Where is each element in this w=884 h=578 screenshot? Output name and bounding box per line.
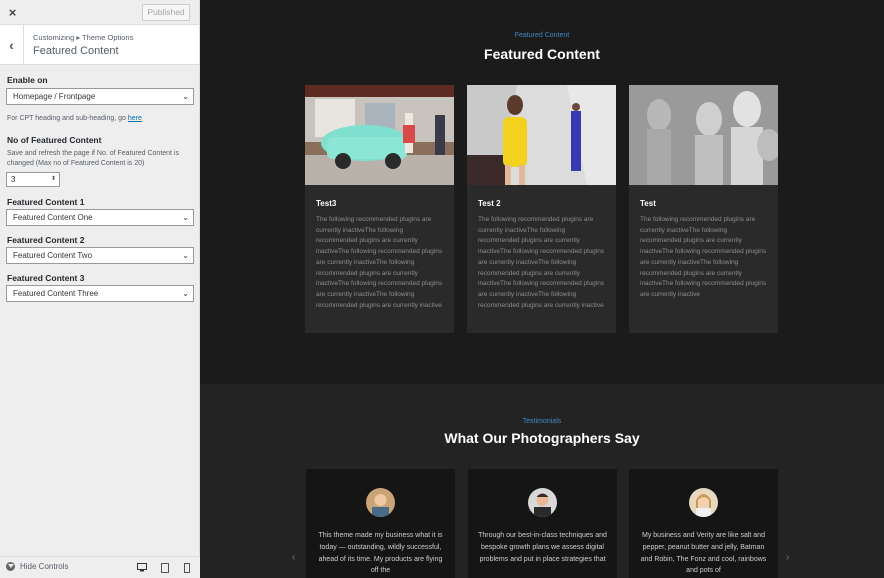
featured-card[interactable]: Test 2 The following recommended plugins…	[467, 85, 616, 333]
testimonial-card: Through our best-in-class techniques and…	[468, 469, 617, 578]
breadcrumb: Customizing ▸ Theme Options	[33, 33, 134, 42]
featured-image-mannequins	[629, 85, 778, 185]
testimonial-card: This theme made my business what it is t…	[306, 469, 455, 578]
fc3-select[interactable]: Featured Content Three ⌄	[6, 285, 194, 302]
next-arrow-icon[interactable]: ›	[786, 552, 789, 563]
featured-title: Featured Content	[484, 46, 600, 62]
chevron-down-icon: ⌄	[182, 251, 189, 260]
num-featured-desc: Save and refresh the page if No. of Feat…	[7, 150, 179, 167]
site-preview: Featured Content Featured Content Test3 …	[200, 0, 884, 578]
cpt-note-text: For CPT heading and sub-heading, go	[7, 115, 126, 122]
fc2-select[interactable]: Featured Content Two ⌄	[6, 247, 194, 264]
num-featured-value: 3	[11, 175, 16, 184]
avatar	[689, 488, 718, 517]
chevron-left-icon: ‹	[9, 37, 14, 53]
featured-content-section: Featured Content Featured Content Test3 …	[200, 0, 884, 384]
featured-card-text: The following recommended plugins are cu…	[640, 216, 767, 298]
fc2-label: Featured Content 2	[7, 235, 85, 245]
featured-image-runway	[467, 85, 616, 185]
testimonial-text: This theme made my business what it is t…	[318, 532, 443, 575]
close-customizer-button[interactable]: ×	[0, 0, 25, 25]
num-featured-label: No of Featured Content	[7, 135, 102, 145]
tablet-preview-icon[interactable]	[161, 563, 169, 575]
enable-on-select[interactable]: Homepage / Frontpage ⌄	[6, 88, 194, 105]
featured-card-title: Test 2	[478, 199, 501, 208]
section-header: ‹ Customizing ▸ Theme Options Featured C…	[0, 25, 199, 65]
collapse-icon	[6, 562, 15, 571]
featured-card-title: Test	[640, 199, 656, 208]
fc3-value: Featured Content Three	[13, 289, 99, 298]
enable-on-value: Homepage / Frontpage	[13, 92, 96, 101]
hide-controls-label: Hide Controls	[20, 562, 69, 571]
enable-on-label: Enable on	[7, 75, 48, 85]
section-title: Featured Content	[33, 45, 119, 57]
prev-arrow-icon[interactable]: ‹	[292, 552, 295, 563]
featured-card-title: Test3	[316, 199, 337, 208]
testimonial-text: Through our best-in-class techniques and…	[478, 532, 607, 563]
fc1-label: Featured Content 1	[7, 197, 85, 207]
featured-image-car	[305, 85, 454, 185]
avatar	[366, 488, 395, 517]
desktop-preview-icon[interactable]	[137, 563, 147, 574]
chevron-down-icon: ⌄	[182, 92, 189, 101]
testimonials-section: Testimonials What Our Photographers Say …	[200, 384, 884, 578]
hide-controls-button[interactable]: Hide Controls	[6, 562, 68, 571]
fc1-select[interactable]: Featured Content One ⌄	[6, 209, 194, 226]
featured-card[interactable]: Test3 The following recommended plugins …	[305, 85, 454, 333]
num-featured-input[interactable]: 3 ⬍	[6, 172, 60, 187]
fc3-label: Featured Content 3	[7, 273, 85, 283]
mobile-preview-icon[interactable]	[184, 563, 190, 575]
spinner-icon[interactable]: ⬍	[51, 173, 56, 186]
chevron-down-icon: ⌄	[182, 213, 189, 222]
fc1-value: Featured Content One	[13, 213, 93, 222]
featured-card-text: The following recommended plugins are cu…	[478, 216, 605, 309]
chevron-down-icon: ⌄	[182, 289, 189, 298]
back-button[interactable]: ‹	[0, 25, 24, 65]
cpt-here-link[interactable]: here	[128, 115, 142, 122]
cpt-note: For CPT heading and sub-heading, go here	[7, 114, 142, 124]
avatar	[528, 488, 557, 517]
testimonial-text: My business and Verity are like salt and…	[640, 532, 767, 575]
customizer-footer: Hide Controls	[0, 556, 200, 578]
fc2-value: Featured Content Two	[13, 251, 93, 260]
testimonials-eyebrow: Testimonials	[522, 418, 562, 425]
testimonial-card: My business and Verity are like salt and…	[629, 469, 778, 578]
featured-card-text: The following recommended plugins are cu…	[316, 216, 443, 309]
featured-eyebrow: Featured Content	[514, 32, 570, 39]
testimonials-title: What Our Photographers Say	[444, 430, 640, 446]
featured-card[interactable]: Test The following recommended plugins a…	[629, 85, 778, 333]
published-button[interactable]: Published	[142, 4, 190, 21]
customizer-sidebar: × Published ‹ Customizing ▸ Theme Option…	[0, 0, 200, 578]
customizer-topbar: × Published	[0, 0, 199, 25]
